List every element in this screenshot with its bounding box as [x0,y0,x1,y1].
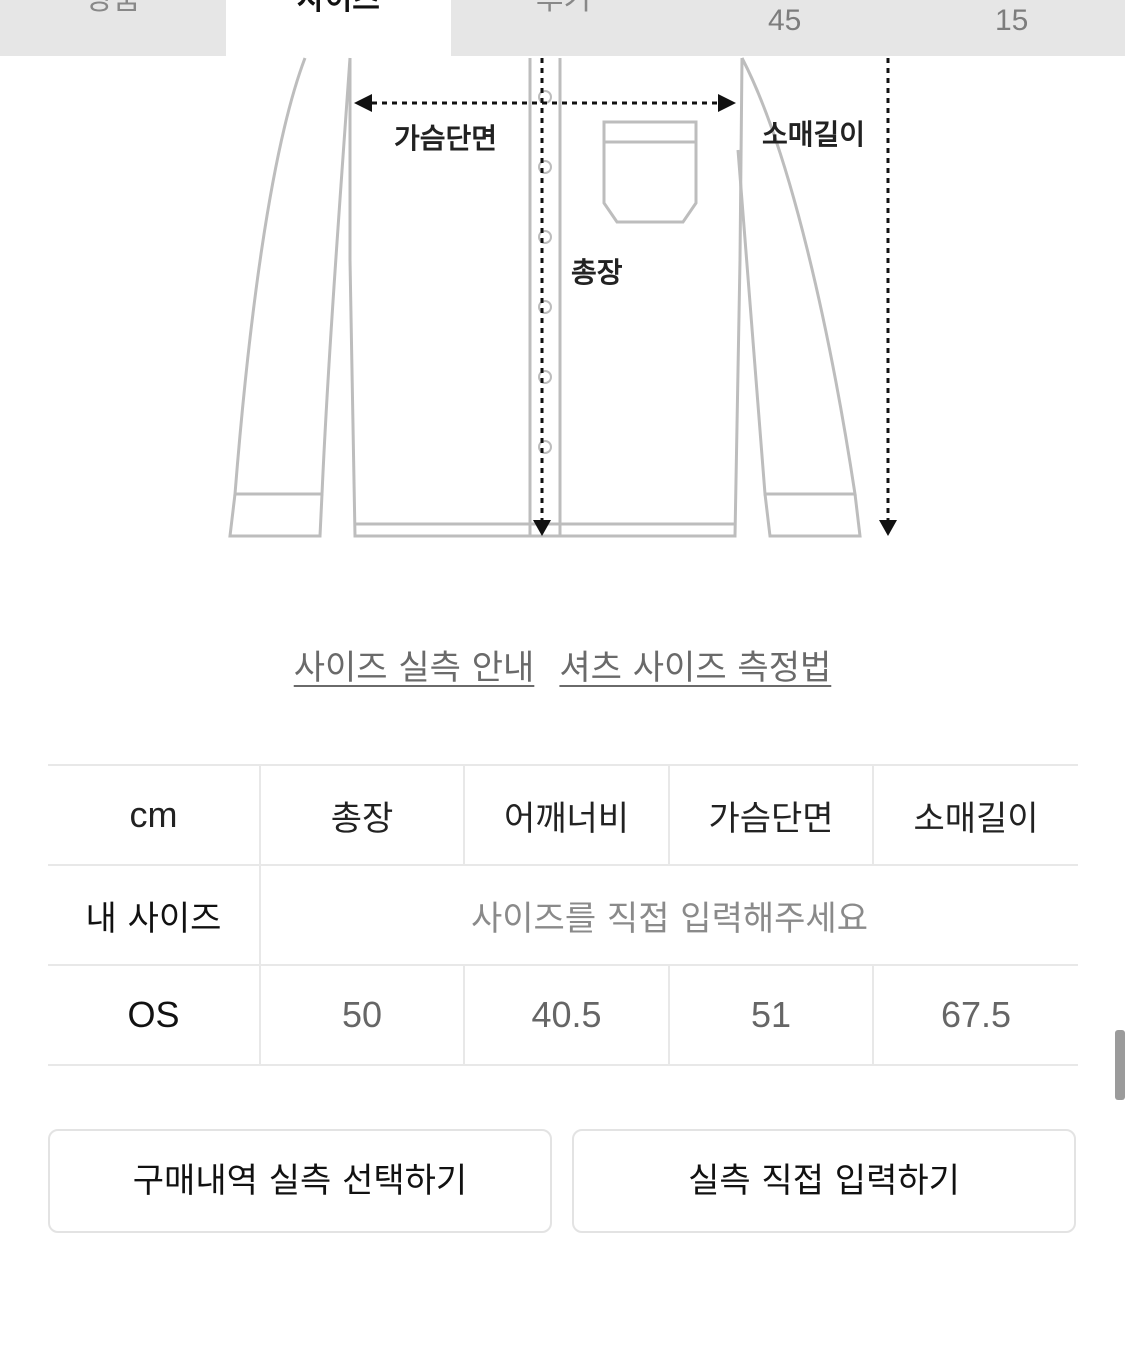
tab-product-label: 상품 [0,0,226,18]
direct-input-button[interactable]: 실측 직접 입력하기 [572,1129,1076,1233]
left-cuff-outline [228,493,324,538]
chest-arrow-left-icon [354,94,372,112]
column-header: 소매길이 [872,764,1078,866]
column-header: 어깨너비 [463,764,669,866]
length-label: 총장 [571,256,623,289]
left-sleeve-outline [233,57,352,496]
tab-product[interactable]: 상품 [0,0,226,56]
my-size-row: 내 사이즈 사이즈를 직접 입력해주세요 [48,864,1078,966]
length-arrow-down-icon [533,520,551,536]
sleeve-label: 소매길이 [762,118,865,151]
shirt-measure-link[interactable]: 셔츠 사이즈 측정법 [559,640,831,689]
scrollbar-thumb[interactable] [1115,1030,1125,1100]
shirt-size-diagram: 가슴단면 소매길이 총장 [228,57,897,538]
purchase-history-button[interactable]: 구매내역 실측 선택하기 [48,1129,552,1233]
tab-review-label: 후기 [451,0,676,18]
table-cell: 50 [259,964,464,1066]
tab-count-1: 45 [768,4,802,37]
size-table: cm 총장 어깨너비 가슴단면 소매길이 내 사이즈 사이즈를 직접 입력해주세… [48,764,1078,1066]
chest-label: 가슴단면 [394,122,497,155]
column-header: 총장 [259,764,464,866]
chest-arrow-right-icon [718,94,736,112]
table-header-row: cm 총장 어깨너비 가슴단면 소매길이 [48,764,1078,866]
right-cuff-outline [763,493,862,538]
column-header: 가슴단면 [668,764,873,866]
tab-review[interactable]: 후기 [451,0,676,56]
table-cell: 40.5 [463,964,669,1066]
tab-count-2: 15 [995,4,1029,37]
unit-header: cm [48,764,260,866]
my-size-label: 내 사이즈 [48,864,260,966]
size-guide-links: 사이즈 실측 안내 셔츠 사이즈 측정법 [0,640,1125,692]
tab-bar: 상품 사이즈 후기 45 15 [0,0,1125,56]
size-name: OS [48,964,260,1066]
size-guide-link[interactable]: 사이즈 실측 안내 [294,640,535,689]
my-size-input[interactable]: 사이즈를 직접 입력해주세요 [259,864,1078,966]
tab-size-label: 사이즈 [226,0,451,18]
sleeve-arrow-down-icon [879,520,897,536]
tab-size[interactable]: 사이즈 [226,0,451,56]
table-cell: 51 [668,964,873,1066]
table-row: OS 50 40.5 51 67.5 [48,964,1078,1066]
pocket-outline [602,120,698,224]
table-cell: 67.5 [872,964,1078,1066]
placket-outline [528,58,562,536]
